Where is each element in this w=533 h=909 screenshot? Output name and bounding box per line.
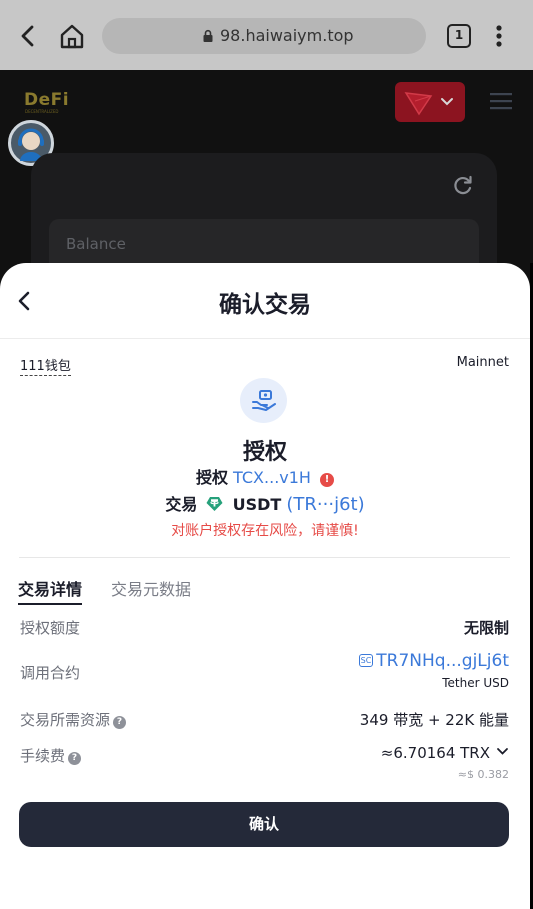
- smart-contract-icon: SC: [358, 654, 374, 667]
- hand-money-icon: [252, 390, 276, 411]
- transaction-label: 交易: [165, 495, 198, 514]
- allowance-value: 无限制: [463, 619, 509, 637]
- sheet-title: 确认交易: [219, 292, 311, 318]
- help-icon[interactable]: ?: [68, 752, 82, 765]
- dapp-logo: DeFi: [24, 90, 70, 110]
- authorize-label: 授权: [195, 468, 228, 487]
- wallet-name[interactable]: 111钱包: [20, 355, 71, 376]
- confirm-transaction-sheet: 确认交易 111钱包 Mainnet 授权 授权 TCX...v1H ! 交易 …: [0, 263, 530, 909]
- transaction-row: 交易 USDT (TR···j6t): [0, 494, 530, 516]
- home-icon[interactable]: [57, 21, 87, 51]
- network-label: Mainnet: [456, 355, 509, 370]
- lock-icon: [203, 29, 213, 42]
- tron-logo-icon: [404, 92, 433, 116]
- allowance-label: 授权额度: [20, 619, 81, 637]
- action-title: 授权: [242, 440, 287, 465]
- chevron-down-icon: [441, 98, 453, 106]
- risk-warning: 对账户授权存在风险，请谨慎!: [171, 523, 359, 539]
- authorize-address-link[interactable]: TCX...v1H: [233, 468, 311, 487]
- divider: [19, 557, 510, 558]
- fee-value-toggle[interactable]: ≈6.70164 TRX: [381, 744, 509, 762]
- contract-name: Tether USD: [442, 676, 509, 690]
- url-text: 98.haiwaiym.top: [220, 26, 354, 45]
- wallet-network-button[interactable]: [395, 82, 465, 122]
- more-vert-icon[interactable]: [489, 20, 509, 52]
- tab-transaction-details[interactable]: 交易详情: [18, 576, 83, 605]
- tab-switcher-icon[interactable]: 1: [447, 24, 471, 48]
- action-icon-badge: [240, 378, 287, 423]
- address-bar[interactable]: 98.haiwaiym.top: [102, 18, 426, 54]
- authorize-row: 授权 TCX...v1H !: [0, 468, 530, 488]
- resources-value: 349 带宽 + 22K 能量: [359, 711, 509, 729]
- fee-label: 手续费: [20, 747, 66, 765]
- fee-label-wrap: 手续费?: [20, 745, 82, 766]
- hamburger-menu-icon[interactable]: [490, 92, 512, 110]
- fee-value: ≈6.70164 TRX: [380, 744, 490, 762]
- help-icon[interactable]: ?: [113, 716, 127, 729]
- tab-transaction-metadata[interactable]: 交易元数据: [111, 576, 191, 600]
- chevron-down-icon: [497, 748, 508, 755]
- confirm-button[interactable]: 确认: [19, 802, 509, 847]
- warning-icon[interactable]: !: [320, 473, 335, 487]
- contract-address-link[interactable]: SC TR7NHq...gjLj6t: [358, 651, 509, 671]
- contract-label: 调用合约: [20, 664, 81, 682]
- browser-toolbar: 98.haiwaiym.top 1: [0, 0, 533, 70]
- resources-label-wrap: 交易所需资源?: [20, 709, 127, 730]
- token-address-link[interactable]: (TR···j6t): [286, 494, 364, 515]
- contract-address: TR7NHq...gjLj6t: [376, 651, 509, 671]
- divider: [0, 338, 530, 339]
- token-symbol: USDT: [232, 495, 282, 514]
- balance-label: Balance: [66, 235, 126, 253]
- fee-usd: ≈$ 0.382: [457, 768, 509, 778]
- usdt-token-icon: [206, 497, 223, 511]
- refresh-icon[interactable]: [452, 174, 474, 196]
- resources-label: 交易所需资源: [20, 711, 111, 729]
- dapp-logo-subtitle: DECENTRALIZED: [25, 109, 59, 114]
- back-arrow-icon[interactable]: [14, 22, 42, 50]
